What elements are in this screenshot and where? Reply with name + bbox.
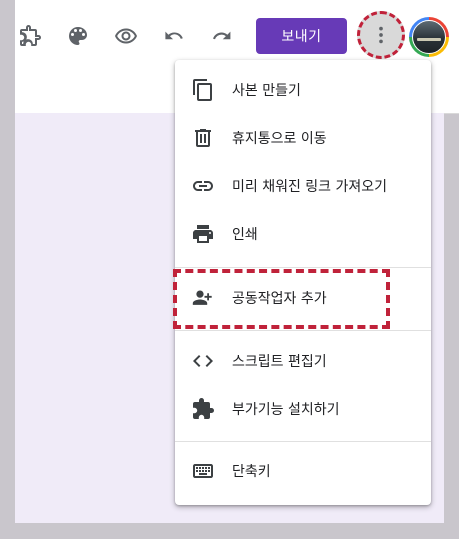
menu-item-label: 인쇄 bbox=[232, 227, 258, 243]
menu-item-label: 휴지통으로 이동 bbox=[232, 131, 327, 147]
eye-icon[interactable] bbox=[112, 22, 140, 50]
more-vert-icon bbox=[379, 26, 383, 44]
copy-icon bbox=[191, 78, 215, 102]
menu-divider bbox=[175, 267, 431, 268]
menu-item-label: 스크립트 편집기 bbox=[232, 354, 327, 370]
menu-item-label: 미리 채워진 링크 가져오기 bbox=[232, 179, 388, 195]
palette-icon[interactable] bbox=[64, 22, 92, 50]
link-icon bbox=[191, 174, 215, 198]
code-icon bbox=[191, 349, 215, 373]
avatar-image bbox=[412, 20, 446, 54]
addons-icon[interactable] bbox=[16, 22, 44, 50]
more-options-menu: 사본 만들기 휴지통으로 이동 미리 채워진 링크 가져오기 인쇄 공동작업자 … bbox=[175, 60, 431, 505]
menu-item-keyboard-shortcuts[interactable]: 단축키 bbox=[175, 447, 431, 495]
more-options-button[interactable] bbox=[357, 11, 405, 59]
menu-item-label: 공동작업자 추가 bbox=[232, 291, 327, 307]
menu-divider bbox=[175, 441, 431, 442]
keyboard-icon bbox=[191, 459, 215, 483]
menu-divider bbox=[175, 330, 431, 331]
menu-item-print[interactable]: 인쇄 bbox=[175, 210, 431, 258]
menu-item-label: 부가기능 설치하기 bbox=[232, 402, 340, 418]
person-add-icon bbox=[191, 286, 215, 310]
undo-icon[interactable] bbox=[160, 22, 188, 50]
print-icon bbox=[191, 222, 215, 246]
menu-item-add-collaborators[interactable]: 공동작업자 추가 bbox=[175, 274, 431, 322]
puzzle-icon bbox=[191, 397, 215, 421]
menu-item-install-addons[interactable]: 부가기능 설치하기 bbox=[175, 385, 431, 433]
send-button[interactable]: 보내기 bbox=[256, 18, 347, 54]
menu-item-make-copy[interactable]: 사본 만들기 bbox=[175, 66, 431, 114]
redo-icon[interactable] bbox=[208, 22, 236, 50]
menu-item-move-to-trash[interactable]: 휴지통으로 이동 bbox=[175, 114, 431, 162]
account-avatar[interactable] bbox=[409, 17, 449, 57]
menu-item-label: 단축키 bbox=[232, 464, 271, 480]
menu-item-prefilled-link[interactable]: 미리 채워진 링크 가져오기 bbox=[175, 162, 431, 210]
trash-icon bbox=[191, 126, 215, 150]
menu-item-script-editor[interactable]: 스크립트 편집기 bbox=[175, 337, 431, 385]
menu-item-label: 사본 만들기 bbox=[232, 83, 301, 99]
